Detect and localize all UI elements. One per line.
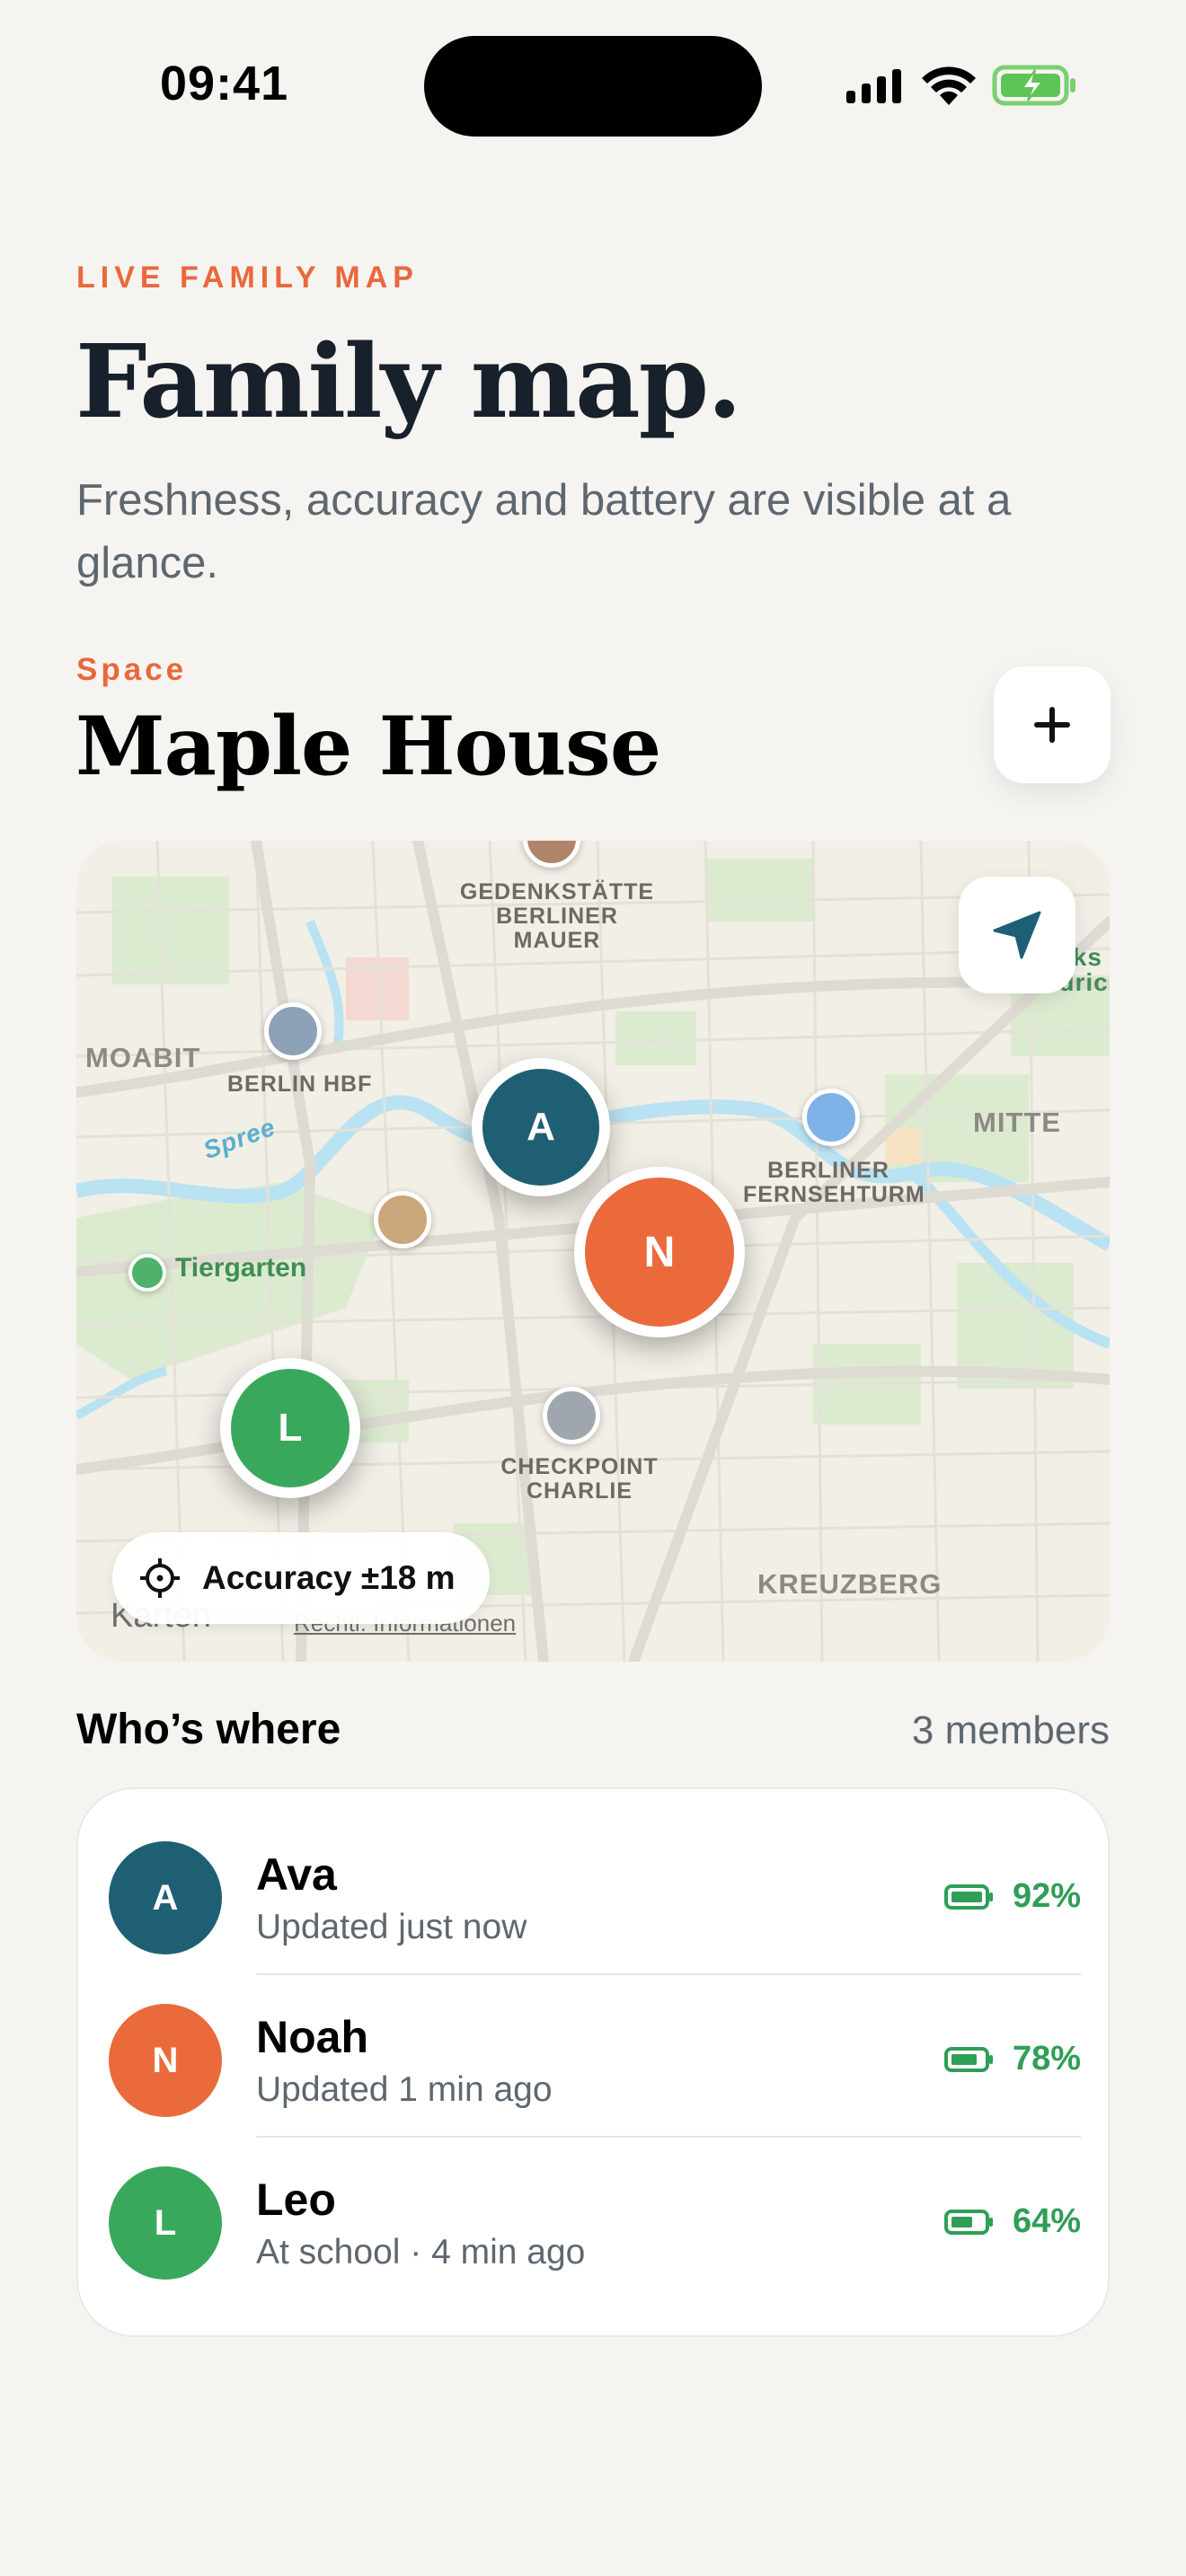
map-pin-ava[interactable]: A	[472, 1058, 610, 1196]
map-label-fernsehturm: BERLINER FERNSEHTURM	[743, 1158, 925, 1207]
member-name: Ava	[256, 1849, 337, 1900]
family-map[interactable]: GEDENKSTÄTTE BERLINER MAUER MOABIT BERLI…	[76, 841, 1110, 1662]
plus-icon	[1034, 707, 1070, 743]
battery-percent: 92%	[1012, 1877, 1081, 1915]
accuracy-text: Accuracy ±18 m	[202, 1559, 456, 1596]
map-label-mitte: MITTE	[973, 1107, 1061, 1138]
poi-hbf-icon[interactable]	[264, 1002, 322, 1060]
member-count: 3 members	[911, 1708, 1110, 1752]
map-label-checkpoint: CHECKPOINT CHARLIE	[500, 1454, 659, 1504]
add-button[interactable]	[994, 666, 1111, 783]
poi-checkpoint-icon[interactable]	[543, 1387, 600, 1444]
member-status: Updated 1 min ago	[256, 2070, 553, 2109]
battery-status: 78%	[943, 2040, 1081, 2078]
member-status: At school · 4 min ago	[256, 2233, 586, 2272]
battery-charging-icon	[992, 65, 1075, 106]
battery-icon	[943, 1883, 993, 1910]
map-label-kreuzberg: KREUZBERG	[757, 1568, 943, 1600]
member-name: Leo	[256, 2175, 336, 2225]
dynamic-island	[424, 36, 762, 137]
battery-icon	[943, 2209, 993, 2235]
poi-tv-tower-icon[interactable]	[802, 1089, 860, 1146]
battery-percent: 64%	[1012, 2202, 1081, 2240]
member-row-leo[interactable]: L Leo At school · 4 min ago 64%	[78, 2138, 1111, 2300]
status-time: 09:41	[160, 57, 289, 110]
battery-status: 64%	[943, 2202, 1081, 2241]
poi-brandenburg-gate-icon[interactable]	[374, 1191, 431, 1248]
battery-percent: 78%	[1012, 2040, 1081, 2078]
accuracy-badge: Accuracy ±18 m	[112, 1532, 490, 1624]
poi-park-icon[interactable]	[128, 1254, 166, 1292]
locate-me-button[interactable]	[959, 877, 1075, 993]
members-section-header: Who’s where 3 members	[76, 1705, 1110, 1754]
map-pin-noah[interactable]: N	[574, 1167, 745, 1337]
map-label-tiergarten: Tiergarten	[175, 1253, 307, 1283]
map-pin-leo[interactable]: L	[220, 1358, 360, 1498]
battery-status: 92%	[943, 1877, 1081, 1916]
map-label-moabit: MOABIT	[85, 1042, 201, 1073]
signal-icon	[846, 69, 901, 103]
page-title: Family map.	[75, 323, 742, 441]
status-icons	[845, 65, 1078, 106]
member-status: Updated just now	[256, 1908, 527, 1946]
member-name: Noah	[256, 2012, 368, 2062]
section-title: Who’s where	[76, 1706, 341, 1753]
battery-icon	[943, 2046, 993, 2072]
map-label-hbf: BERLIN HBF	[227, 1072, 373, 1097]
space-label: Space	[76, 652, 188, 687]
member-row-ava[interactable]: A Ava Updated just now 92%	[78, 1813, 1111, 1975]
space-name: Maple House	[75, 699, 661, 794]
members-card: A Ava Updated just now 92% N Noah Update…	[76, 1787, 1110, 2337]
eyebrow-label: LIVE FAMILY MAP	[76, 260, 419, 295]
crosshair-icon	[140, 1558, 180, 1598]
avatar: N	[109, 2004, 222, 2117]
location-arrow-icon	[993, 911, 1041, 959]
wifi-icon	[922, 66, 976, 105]
map-label-gedenkstaette: GEDENKSTÄTTE BERLINER MAUER	[459, 879, 655, 953]
avatar: A	[109, 1841, 222, 1954]
member-row-noah[interactable]: N Noah Updated 1 min ago 78%	[78, 1975, 1111, 2138]
avatar: L	[109, 2166, 222, 2280]
page-subtitle: Freshness, accuracy and battery are visi…	[76, 476, 1012, 587]
